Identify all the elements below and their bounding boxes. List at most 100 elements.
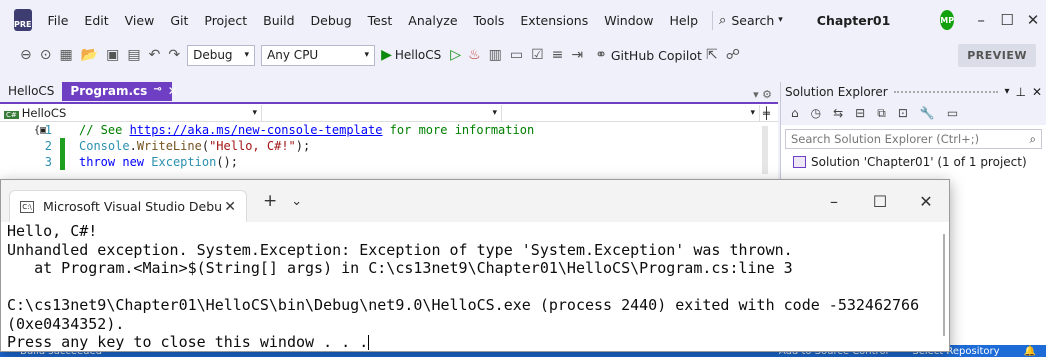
console-line: (0xe0434352). <box>7 314 125 333</box>
configuration-value: Debug <box>193 48 233 62</box>
menu-view[interactable]: View <box>117 13 163 28</box>
tab-overflow-icon[interactable]: ▾ ⚙ <box>753 88 778 101</box>
history-icon[interactable]: ◷ <box>807 104 825 122</box>
code-token: WriteLine <box>136 139 202 153</box>
start-without-debugging-icon[interactable]: ▷ <box>447 47 464 63</box>
minimize-button[interactable]: – <box>968 11 994 29</box>
menu-test[interactable]: Test <box>360 13 401 28</box>
hot-reload-icon[interactable]: ♨ <box>464 47 485 63</box>
document-tabs: HelloCS Program.cs ⊸ ✕ ▾ ⚙ <box>0 82 778 101</box>
maximize-button[interactable]: ☐ <box>994 11 1020 29</box>
pin-icon[interactable]: ⊥ <box>1015 85 1025 99</box>
console-output[interactable]: Hello, C#! Unhandled exception. System.Ex… <box>1 222 949 353</box>
format-icon[interactable]: ≡ <box>548 47 568 63</box>
close-icon[interactable]: ✕ <box>1032 85 1042 99</box>
change-marker <box>60 138 65 154</box>
show-all-files-icon[interactable]: ⧉ <box>873 104 890 123</box>
run-target-label[interactable]: HelloCS <box>395 48 441 62</box>
menu-project[interactable]: Project <box>196 13 255 28</box>
preview-button[interactable]: PREVIEW <box>958 43 1036 67</box>
minimize-button[interactable]: – <box>811 192 857 211</box>
solution-search-input[interactable]: Search Solution Explorer (Ctrl+;) ⌕ <box>785 129 1042 149</box>
search-label: Search <box>731 12 775 28</box>
menu-window[interactable]: Window <box>596 13 661 28</box>
chevron-down-icon: ▾ <box>364 50 370 60</box>
properties-icon[interactable]: 🔧 <box>916 104 939 122</box>
notifications-icon[interactable]: 🔔 <box>1024 346 1036 357</box>
tab-hellocs[interactable]: HelloCS <box>0 82 62 101</box>
forward-icon[interactable]: ⊙ <box>36 47 56 63</box>
menu-file[interactable]: File <box>40 13 77 28</box>
close-button[interactable]: ✕ <box>903 192 949 211</box>
chevron-down-icon[interactable]: ⌄ <box>291 194 302 209</box>
project-dropdown-value: C# HelloCS <box>4 105 67 120</box>
menu-extensions[interactable]: Extensions <box>512 13 596 28</box>
close-button[interactable]: ✕ <box>1020 11 1046 29</box>
home-icon[interactable]: ⌂ <box>787 104 803 122</box>
avatar[interactable]: MP <box>940 10 955 30</box>
menu-edit[interactable]: Edit <box>76 13 116 28</box>
undo-icon[interactable]: ↶ <box>145 47 165 63</box>
member-dropdown[interactable]: ▾ <box>502 104 760 121</box>
console-titlebar: C:\ Microsoft Visual Studio Debu ✕ + ⌄ –… <box>1 180 949 222</box>
close-tab-icon[interactable]: ✕ <box>168 84 178 99</box>
code-token: (); <box>216 155 238 169</box>
redo-icon[interactable]: ↷ <box>164 47 184 63</box>
console-line: at Program.<Main>$(String[] args) in C:\… <box>7 259 793 277</box>
collapse-icon[interactable]: {▣ <box>34 125 46 136</box>
save-icon[interactable]: ▣ <box>102 47 123 63</box>
share-icon[interactable]: ⇱ <box>702 47 722 63</box>
tab-program-cs[interactable]: Program.cs ⊸ ✕ <box>62 82 178 101</box>
copilot-label[interactable]: GitHub Copilot <box>611 48 702 63</box>
panel-menu-icon[interactable]: ▾ <box>1004 86 1009 97</box>
preview-icon[interactable]: ▭ <box>943 104 962 122</box>
solution-icon <box>793 156 806 168</box>
solution-explorer-toolbar: ⌂ ◷ ⇆ ⊟ ⧉ ⊡ 🔧 ▭ <box>781 101 1046 125</box>
code-line: 3 throw new Exception (); <box>0 154 778 170</box>
console-tab-title: Microsoft Visual Studio Debu <box>43 199 223 214</box>
indent-icon[interactable]: ⇥ <box>567 47 587 63</box>
console-tab[interactable]: C:\ Microsoft Visual Studio Debu ✕ <box>9 190 247 222</box>
menu-analyze[interactable]: Analyze <box>400 13 465 28</box>
pin-icon[interactable]: ⊸ <box>153 84 161 99</box>
navigation-bar: C# HelloCS ▾ ▾ ▾ ╪ <box>0 104 778 122</box>
debug-console-window[interactable]: C:\ Microsoft Visual Studio Debu ✕ + ⌄ –… <box>0 179 950 352</box>
new-tab-button[interactable]: + <box>263 191 277 211</box>
copilot-icon[interactable]: ⚭ <box>591 47 611 63</box>
template-link[interactable]: https://aka.ms/new-console-template <box>130 123 383 137</box>
back-icon[interactable]: ⊖ <box>16 47 36 63</box>
chevron-down-icon: ▾ <box>778 15 783 25</box>
split-icon[interactable]: ╪ <box>760 106 770 120</box>
save-all-icon[interactable]: ▤ <box>123 47 144 63</box>
sync-icon[interactable]: ⇆ <box>829 104 847 122</box>
chevron-down-icon: ▾ <box>252 107 257 118</box>
platform-dropdown[interactable]: Any CPU ▾ <box>261 44 376 66</box>
menu-tools[interactable]: Tools <box>466 13 513 28</box>
collapse-all-icon[interactable]: ⊟ <box>851 104 869 122</box>
folder-icon[interactable]: ▥ <box>485 47 506 63</box>
open-folder-icon[interactable]: 📂 <box>77 47 102 63</box>
menu-git[interactable]: Git <box>162 13 196 28</box>
code-area[interactable]: {▣ 1 // See https://aka.ms/new-console-t… <box>0 122 778 170</box>
solution-label: Solution 'Chapter01' (1 of 1 project) <box>811 155 1027 169</box>
configuration-dropdown[interactable]: Debug ▾ <box>187 44 256 66</box>
feedback-icon[interactable]: ☍ <box>722 47 744 63</box>
project-dropdown[interactable]: C# HelloCS ▾ <box>0 104 262 121</box>
type-dropdown[interactable]: ▾ <box>262 104 502 121</box>
search-button[interactable]: ⌕ Search ▾ <box>712 10 789 30</box>
menu-help[interactable]: Help <box>662 13 707 28</box>
switch-views-icon[interactable]: ⊡ <box>894 104 912 122</box>
maximize-button[interactable]: ☐ <box>857 192 903 211</box>
line-number: 3 <box>44 155 52 169</box>
start-debugging-button[interactable]: ▶ <box>378 47 395 63</box>
chevron-down-icon: ▾ <box>244 50 250 60</box>
spell-check-icon[interactable]: ☑ <box>527 47 548 63</box>
menu-build[interactable]: Build <box>255 13 302 28</box>
console-scrollbar[interactable] <box>943 234 945 336</box>
menu-debug[interactable]: Debug <box>303 13 360 28</box>
solution-node[interactable]: Solution 'Chapter01' (1 of 1 project) <box>781 153 1046 171</box>
close-tab-icon[interactable]: ✕ <box>224 199 236 215</box>
new-item-icon[interactable]: ▦ <box>55 47 76 63</box>
window-layout-icon[interactable]: ▭ <box>506 47 527 63</box>
editor-scrollbar[interactable] <box>762 126 768 174</box>
